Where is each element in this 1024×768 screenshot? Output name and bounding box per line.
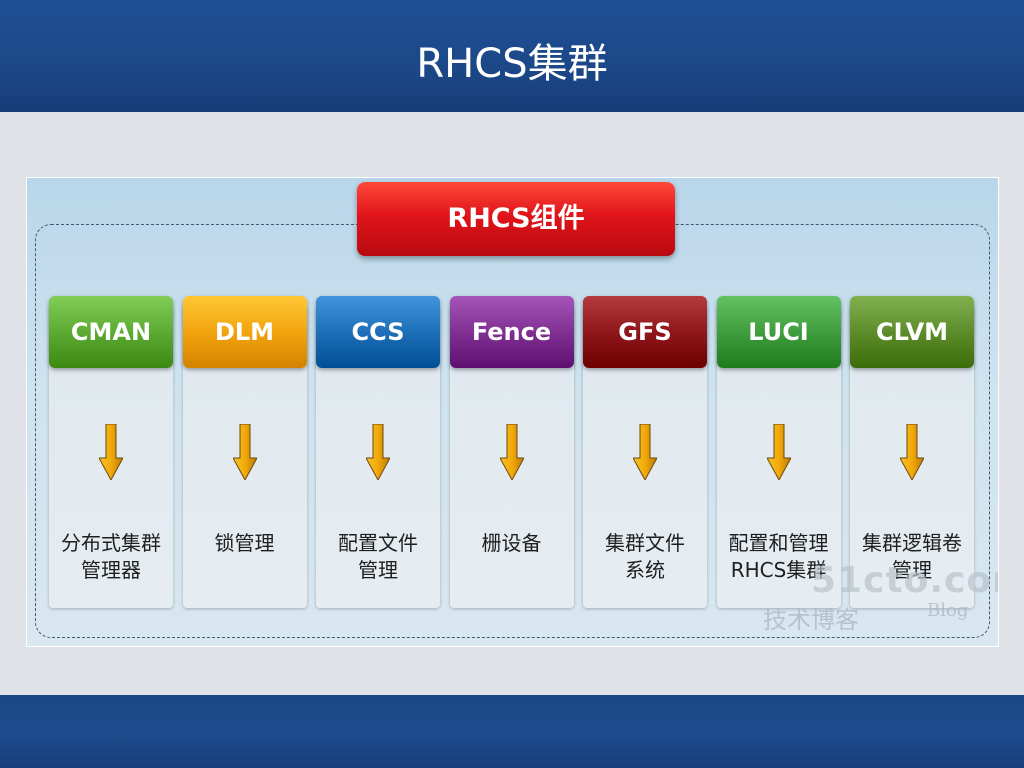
- component-column-fence: Fence 栅设备: [449, 296, 574, 608]
- component-header-gfs: GFS: [583, 296, 707, 368]
- component-column-cman: CMAN 分布式集群管理器: [49, 296, 173, 608]
- rhcs-components-diagram: RHCS组件 CMAN 分布式集群管理器 DLM 锁管理 CCS 配置文件管理 Fence 栅…: [26, 177, 999, 647]
- description-line: 配置和管理: [728, 531, 829, 555]
- description-line: 集群文件: [605, 531, 685, 555]
- description-line: 管理器: [81, 558, 141, 582]
- root-node-rhcs-components: RHCS组件: [357, 182, 675, 256]
- down-arrow-icon: [99, 424, 123, 480]
- component-description: 集群文件 系统: [583, 530, 707, 584]
- description-line: 管理: [358, 558, 398, 582]
- watermark-cn: 技术博客: [763, 606, 859, 634]
- component-description: 栅设备: [450, 530, 574, 557]
- watermark-en: Blog: [927, 600, 969, 621]
- slide-header: RHCS集群: [0, 0, 1024, 112]
- down-arrow-icon: [232, 424, 257, 480]
- description-line: 分布式集群: [61, 531, 161, 555]
- description-line: 栅设备: [481, 531, 542, 555]
- component-description: 配置文件 管理: [316, 530, 440, 584]
- down-arrow-icon: [766, 424, 791, 480]
- description-line: 锁管理: [214, 531, 275, 555]
- slide-title: RHCS集群: [416, 41, 608, 87]
- description-line: 集群逻辑卷: [862, 531, 962, 555]
- down-arrow-icon: [900, 424, 924, 480]
- component-column-gfs: GFS 集群文件系统: [583, 296, 707, 608]
- watermark-logo: 51cto.com: [811, 560, 998, 601]
- component-header-luci: LUCI: [716, 296, 841, 368]
- component-column-ccs: CCS 配置文件管理: [316, 296, 440, 608]
- component-header-ccs: CCS: [316, 296, 440, 368]
- description-line: 配置文件: [338, 531, 418, 555]
- component-header-clvm: CLVM: [850, 296, 974, 368]
- component-column-dlm: DLM 锁管理: [182, 296, 307, 608]
- down-arrow-icon: [633, 424, 657, 480]
- watermark: 51cto.com 技术博客 Blog: [751, 560, 998, 634]
- down-arrow-icon: [366, 424, 390, 480]
- description-line: 系统: [625, 558, 665, 582]
- component-description: 锁管理: [183, 530, 307, 557]
- component-header-dlm: DLM: [182, 296, 307, 368]
- slide-footer: [0, 695, 1024, 768]
- component-description: 分布式集群 管理器: [49, 530, 173, 584]
- component-header-cman: CMAN: [49, 296, 173, 368]
- component-header-fence: Fence: [449, 296, 574, 368]
- down-arrow-icon: [499, 424, 524, 480]
